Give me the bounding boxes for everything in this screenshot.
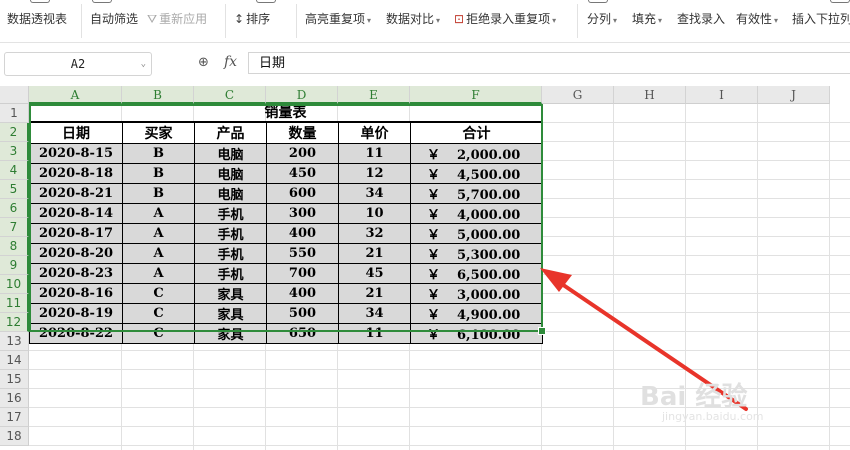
- highlight-duplicates-label: 高亮重复项: [305, 12, 366, 26]
- chevron-down-icon: ▾: [367, 16, 372, 25]
- reject-icon: ⊡: [454, 12, 465, 26]
- chevron-down-icon: ▾: [552, 16, 557, 25]
- lookup-entry-button[interactable]: 查找录入: [677, 10, 725, 28]
- separator: [577, 4, 578, 38]
- reject-duplicates-button[interactable]: ⊡ 拒绝录入重复项 ▾: [454, 10, 556, 28]
- data-compare-button[interactable]: 数据对比 ▾: [386, 10, 440, 28]
- chevron-down-icon: ▾: [613, 16, 618, 25]
- fill-label: 填充: [632, 12, 657, 26]
- split-button[interactable]: 分列 ▾: [587, 10, 617, 28]
- sort-button[interactable]: ↕ 排序: [234, 10, 270, 28]
- data-compare-label: 数据对比: [386, 12, 435, 26]
- name-box[interactable]: A2 ⌄: [4, 52, 152, 76]
- sort-icon: ↕: [234, 12, 245, 26]
- separator: [81, 4, 82, 38]
- auto-filter-label: 自动筛选: [90, 12, 139, 26]
- insert-dropdown-label: 插入下拉列: [792, 12, 850, 26]
- sort-top-icon: [256, 0, 276, 3]
- pivot-table-label: 数据透视表: [7, 12, 68, 26]
- lookup-entry-label: 查找录入: [677, 12, 726, 26]
- sort-label: 排序: [246, 12, 271, 26]
- chevron-down-icon[interactable]: ⌄: [141, 53, 146, 75]
- validity-label: 有效性: [736, 12, 773, 26]
- reapply-button[interactable]: ⛛ 重新应用: [147, 10, 207, 28]
- chevron-down-icon: ▾: [774, 16, 779, 25]
- filter-top-icon: [92, 0, 112, 3]
- split-top-icon: [588, 0, 608, 3]
- separator: [225, 4, 226, 38]
- insert-top-icon: [830, 0, 850, 3]
- chevron-down-icon: ▾: [658, 16, 663, 25]
- validity-button[interactable]: 有效性 ▾: [736, 10, 778, 28]
- fx-icon[interactable]: fx: [224, 54, 237, 70]
- watermark-logo: Bai 经验: [640, 382, 748, 412]
- reapply-label: 重新应用: [159, 12, 208, 26]
- formula-input[interactable]: 日期: [248, 52, 850, 74]
- pivot-top-icon: [30, 0, 50, 3]
- pivot-table-button[interactable]: 数据透视表: [7, 10, 67, 28]
- split-label: 分列: [587, 12, 612, 26]
- separator: [296, 4, 297, 38]
- name-box-value: A2: [70, 57, 86, 71]
- fill-button[interactable]: 填充 ▾: [632, 10, 662, 28]
- filter-icon: ⛛: [147, 12, 158, 26]
- chevron-down-icon: ▾: [436, 16, 441, 25]
- auto-filter-button[interactable]: 自动筛选: [90, 10, 138, 28]
- reject-duplicates-label: 拒绝录入重复项: [466, 12, 551, 26]
- zoom-icon[interactable]: ⊕: [198, 55, 209, 70]
- highlight-duplicates-button[interactable]: 高亮重复项 ▾: [305, 10, 371, 28]
- watermark-url: jingyan.baidu.com: [662, 410, 764, 423]
- ribbon-toolbar: 数据透视表 自动筛选 ⛛ 重新应用 ↕ 排序 高亮重复项 ▾ 数据对比 ▾ ⊡ 拒绝录入重…: [0, 0, 850, 43]
- formula-bar: A2 ⌄ ⊕ fx 日期: [0, 49, 850, 79]
- insert-dropdown-button[interactable]: 插入下拉列: [792, 10, 850, 28]
